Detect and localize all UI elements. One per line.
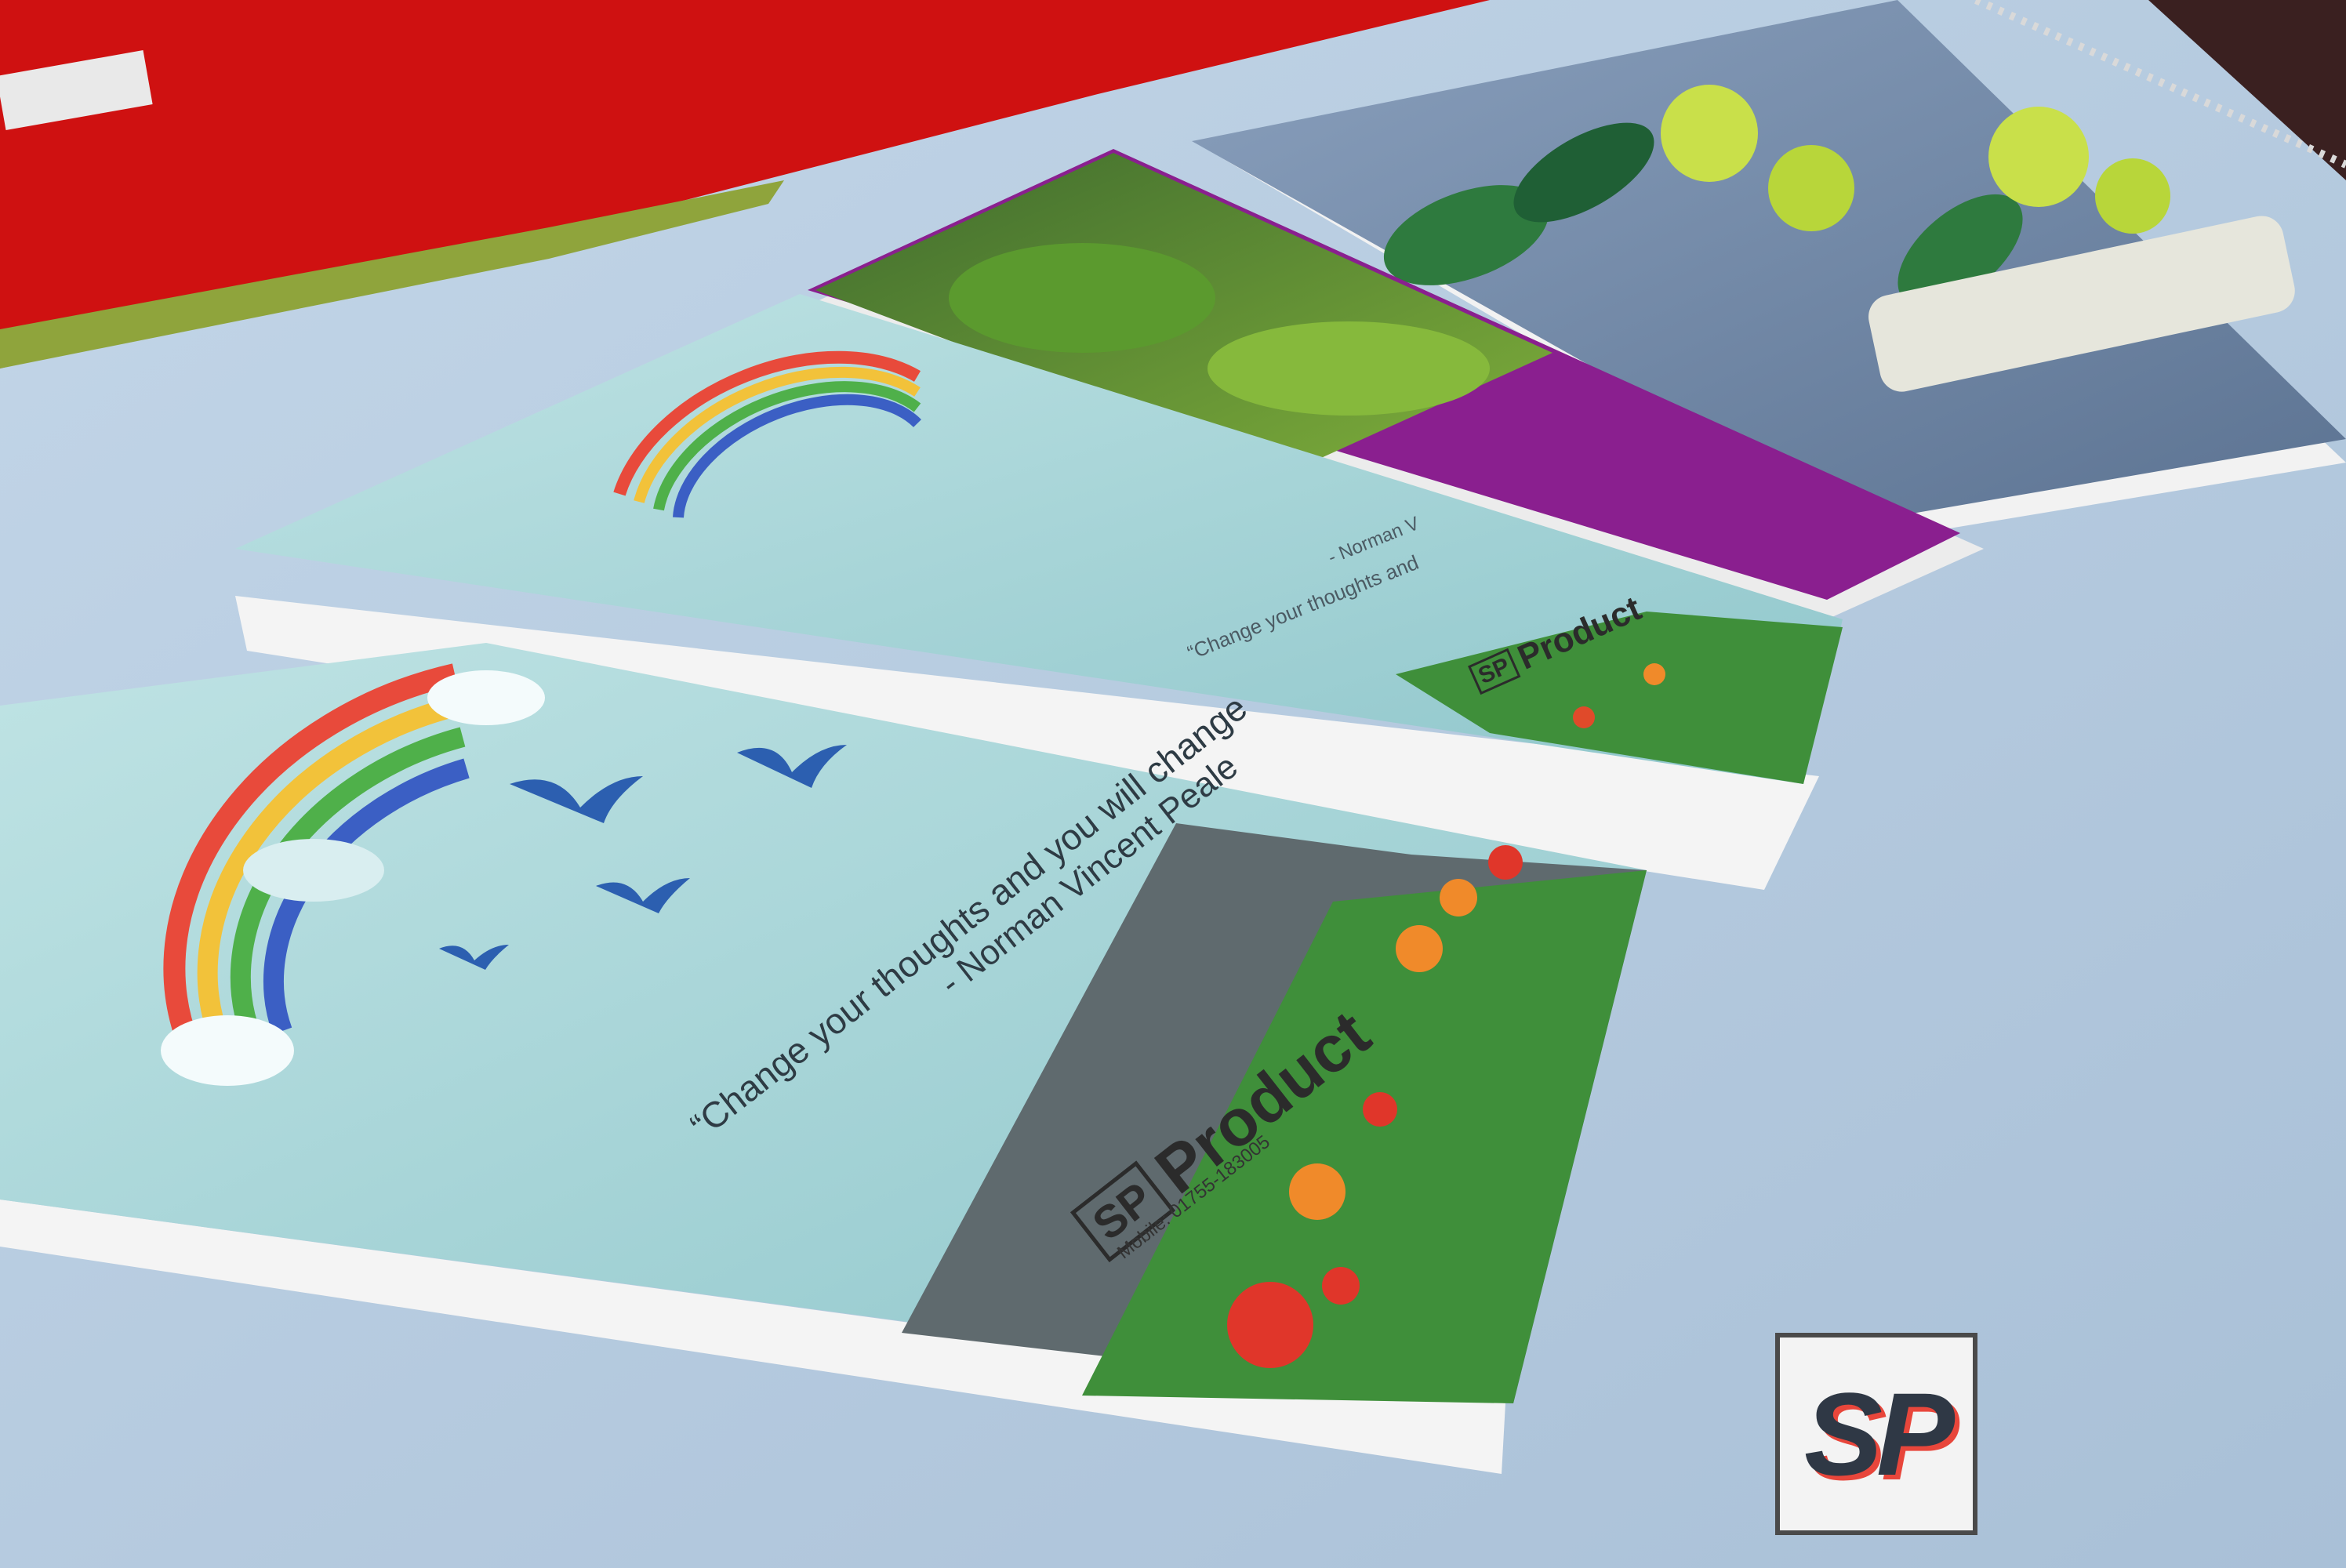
- front-flower: [1488, 845, 1523, 880]
- forest-bush: [1208, 321, 1490, 416]
- floral-flower: [1661, 85, 1758, 182]
- front-flower: [1363, 1092, 1397, 1127]
- front-flower: [1227, 1282, 1313, 1368]
- front-flower: [1289, 1163, 1346, 1220]
- floral-flower: [2095, 158, 2170, 234]
- front-cloud: [243, 839, 384, 902]
- front-flower: [1322, 1267, 1360, 1305]
- middle-flower: [1643, 663, 1665, 685]
- floral-flower: [1988, 107, 2089, 207]
- front-cloud: [161, 1015, 294, 1086]
- front-cloud: [427, 670, 545, 725]
- middle-flower: [1573, 706, 1595, 728]
- watermark-text: SP: [1803, 1367, 1955, 1500]
- front-flower: [1440, 879, 1477, 916]
- sp-watermark-logo: SP: [1775, 1333, 1977, 1535]
- forest-bush: [949, 243, 1215, 353]
- floral-flower: [1768, 145, 1854, 231]
- front-flower: [1396, 925, 1443, 972]
